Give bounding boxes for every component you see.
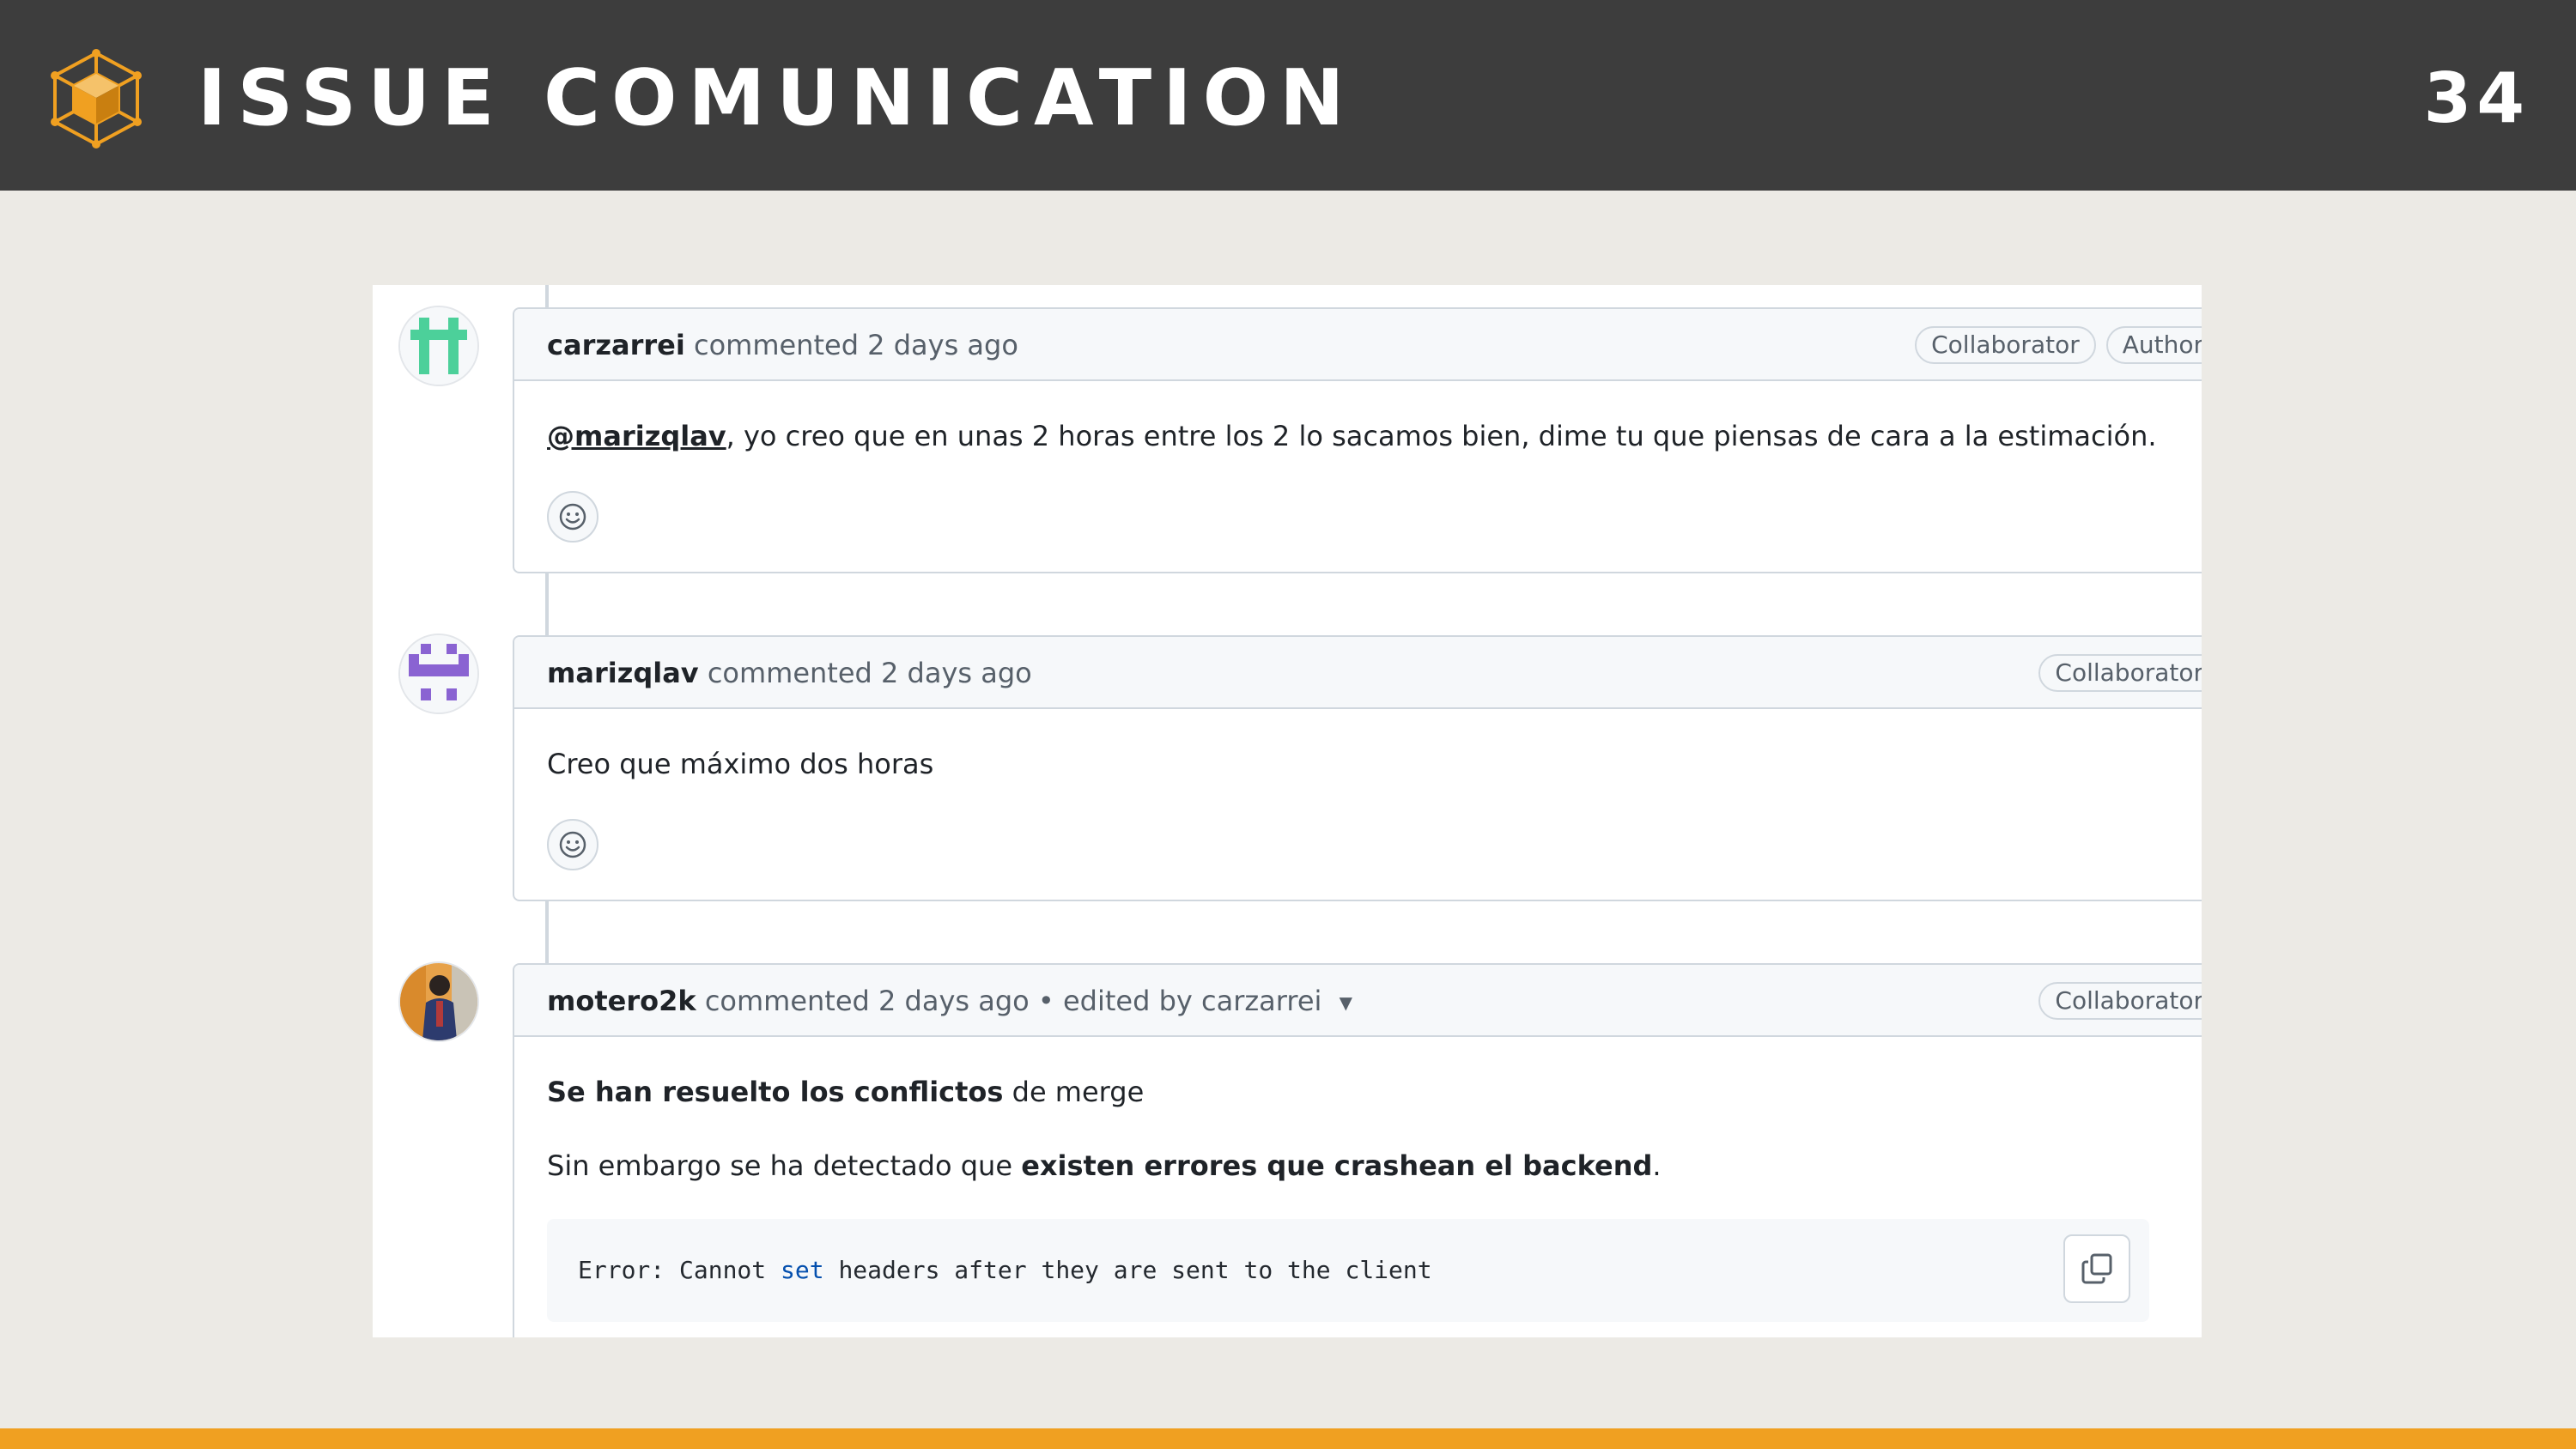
comment-time[interactable]: 2 days ago (878, 985, 1030, 1017)
avatar-marizqlav[interactable] (398, 634, 479, 714)
user-mention-link[interactable]: @marizqlav (547, 420, 726, 452)
comment-body: @marizqlav, yo creo que en unas 2 horas … (514, 381, 2202, 543)
comment-2: marizqlav commented 2 days ago Collabora… (513, 635, 2202, 901)
avatar-motero2k[interactable] (398, 961, 479, 1042)
add-reaction-button[interactable] (547, 491, 598, 543)
smiley-icon (559, 503, 586, 530)
copy-button[interactable] (2063, 1234, 2130, 1303)
comment-body: Se han resuelto los conflictos de merge … (514, 1037, 2202, 1322)
badge-group: Collaborator (2038, 654, 2202, 692)
chevron-down-icon[interactable]: ▼ (1340, 967, 1352, 1039)
comment-header: carzarrei commented 2 days ago Collabora… (514, 309, 2202, 381)
plain-text: Sin embargo se ha detectado que (547, 1149, 1022, 1182)
badge-group: Collaborator Author (1915, 326, 2202, 364)
comment-paragraph-2: Sin embargo se ha detectado que existen … (547, 1145, 2202, 1186)
comment-action: commented (693, 329, 859, 361)
comment-author[interactable]: motero2k (547, 985, 696, 1017)
issue-timeline-screenshot: carzarrei commented 2 days ago Collabora… (373, 285, 2202, 1337)
copy-icon (2081, 1253, 2112, 1284)
code-token: headers after they are sent to the clien… (823, 1256, 1432, 1284)
plain-text: de merge (1003, 1076, 1145, 1108)
author-badge: Author (2105, 326, 2202, 364)
avatar-carzarrei[interactable] (398, 306, 479, 386)
bold-text: existen errores que crashean el backend (1021, 1149, 1653, 1182)
collaborator-badge: Collaborator (2038, 654, 2202, 692)
bold-text: Se han resuelto los conflictos (547, 1076, 1004, 1108)
comment-action: commented (704, 985, 870, 1017)
comment-1: carzarrei commented 2 days ago Collabora… (513, 307, 2202, 573)
badge-group: Collaborator (2038, 982, 2202, 1020)
comment-action: commented (707, 657, 872, 689)
comment-3: motero2k commented 2 days ago • edited b… (513, 963, 2202, 1337)
smiley-icon (559, 831, 586, 858)
cube-network-icon (51, 49, 142, 149)
comment-time[interactable]: 2 days ago (867, 329, 1018, 361)
edited-by-dropdown[interactable]: • edited by carzarrei (1038, 985, 1321, 1017)
code-text: Error: Cannot set headers after they are… (578, 1219, 1432, 1322)
page-number: 34 (2423, 58, 2530, 138)
code-block: Error: Cannot set headers after they are… (547, 1219, 2149, 1322)
code-token: Error: Cannot (578, 1256, 781, 1284)
comment-author[interactable]: marizqlav (547, 657, 699, 689)
comment-time[interactable]: 2 days ago (881, 657, 1032, 689)
slide-title: ISSUE COMUNICATION (197, 53, 1356, 143)
footer-accent-bar (0, 1428, 2576, 1449)
collaborator-badge: Collaborator (1915, 326, 2096, 364)
code-keyword: set (781, 1256, 824, 1284)
comment-text: Creo que máximo dos horas (547, 748, 934, 780)
comment-author[interactable]: carzarrei (547, 329, 685, 361)
slide-header: ISSUE COMUNICATION 34 (0, 0, 2576, 191)
comment-paragraph-1: Se han resuelto los conflictos de merge (547, 1071, 2202, 1113)
add-reaction-button[interactable] (547, 819, 598, 870)
comment-header: motero2k commented 2 days ago • edited b… (514, 965, 2202, 1037)
comment-body: Creo que máximo dos horas (514, 709, 2202, 870)
plain-text: . (1652, 1149, 1662, 1182)
comment-header: marizqlav commented 2 days ago Collabora… (514, 637, 2202, 709)
collaborator-badge: Collaborator (2038, 982, 2202, 1020)
comment-text: , yo creo que en unas 2 horas entre los … (726, 420, 2157, 452)
